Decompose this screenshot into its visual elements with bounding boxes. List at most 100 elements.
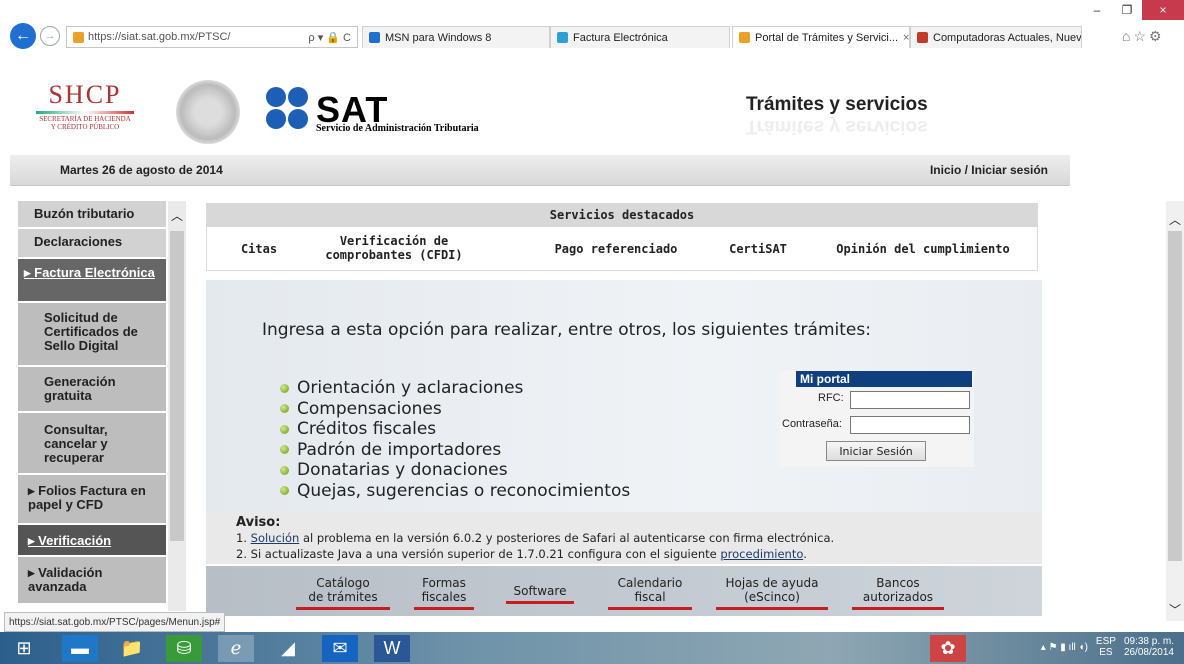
window-controls: – ❐ × [1082, 0, 1184, 22]
tab-label: Factura Electrónica [573, 31, 668, 44]
tab-portal[interactable]: Portal de Trámites y Servici... × [732, 26, 910, 48]
servicio-opinion[interactable]: Opinión del cumplimiento [816, 242, 1030, 256]
shcp-sub1: SECRETARÍA DE HACIENDA [39, 115, 131, 123]
link-software[interactable]: Software [506, 584, 574, 604]
servicio-citas[interactable]: Citas [226, 242, 292, 256]
password-input[interactable] [850, 416, 970, 434]
clock[interactable]: 09:38 p. m. 26/08/2014 [1124, 636, 1174, 658]
servicio-verificacion[interactable]: Verificación de comprobantes (CFDI) [318, 234, 470, 262]
list-text: Créditos fiscales [297, 419, 437, 439]
servicios-title: Servicios destacados [206, 203, 1038, 227]
scroll-down-icon[interactable]: ﹀ [1169, 601, 1181, 618]
link-line: Bancos [876, 576, 920, 590]
dd-favicon-icon [917, 32, 928, 43]
list-item: Donatarias y donaciones [280, 460, 630, 481]
mail-icon[interactable]: ✉ [322, 635, 358, 662]
tab-factura[interactable]: Factura Electrónica [550, 26, 730, 48]
language-indicator[interactable]: ESP ES [1096, 636, 1116, 658]
menu-scrollbar[interactable]: ︿ [168, 201, 186, 611]
scroll-up-icon[interactable]: ︿ [171, 207, 183, 224]
close-button[interactable]: × [1142, 0, 1184, 20]
list-item: Créditos fiscales [280, 419, 630, 440]
bullet-icon [280, 424, 289, 434]
tray-icons[interactable]: ▴ ⚑ ▮ ıll ◖) [1041, 642, 1088, 653]
menu-item-generacion[interactable]: Generación gratuita [18, 367, 166, 411]
start-icon[interactable]: ⊞ [6, 635, 42, 662]
link-line: Catálogo [316, 576, 370, 590]
menu-label: Factura Electrónica [34, 265, 155, 280]
clock-time: 09:38 p. m. [1123, 636, 1174, 647]
toolbar-icons[interactable]: ⌂☆⚙ [1122, 28, 1165, 45]
menu-label: Validación avanzada [28, 565, 103, 594]
address-controls-icon[interactable]: ρ ▾ 🔒 C [308, 31, 357, 44]
list-item: Compensaciones [280, 399, 630, 420]
bullet-icon [280, 465, 289, 475]
menu-item-validacion[interactable]: ▸ Validación avanzada [18, 557, 166, 603]
menu-item-verificacion[interactable]: ▸ Verificación [18, 525, 166, 555]
list-item: Padrón de importadores [280, 440, 630, 461]
app-tray-icon[interactable]: ✿ [930, 635, 966, 662]
servicio-pago[interactable]: Pago referenciado [536, 242, 696, 256]
tab-close-icon[interactable]: × [903, 32, 909, 44]
tab-computadoras[interactable]: Computadoras Actuales, Nuev... [910, 26, 1082, 48]
menu-item-buzon[interactable]: Buzón tributario [18, 201, 166, 227]
link-line: Calendario [617, 576, 683, 590]
lenovo-app-icon[interactable]: ▬ [62, 635, 98, 662]
aviso-text: Si actualizaste Java a una versión super… [250, 547, 721, 561]
menu-item-consultar[interactable]: Consultar, cancelar y recuperar [18, 413, 166, 473]
link-hojas-ayuda[interactable]: Hojas de ayuda (eScinco) [716, 576, 828, 610]
tab-msn[interactable]: MSN para Windows 8 [362, 26, 550, 48]
list-text: Orientación y aclaraciones [297, 378, 524, 398]
sat-logo[interactable]: SAT Servicio de Administración Tributari… [266, 85, 526, 135]
menu-item-declaraciones[interactable]: Declaraciones [18, 229, 166, 257]
menu-scroll-thumb[interactable] [170, 231, 184, 541]
menu-label: Declaraciones [34, 234, 123, 249]
page-scroll-thumb[interactable] [1168, 231, 1182, 561]
link-calendario[interactable]: Calendario fiscal [608, 576, 692, 610]
link-line: fiscal [634, 590, 666, 604]
link-bancos[interactable]: Bancos autorizados [852, 576, 944, 610]
bullet-icon [280, 383, 289, 393]
lang1: ESP [1095, 636, 1116, 647]
back-button[interactable]: ← [10, 23, 36, 49]
solucion-link[interactable]: Solución [251, 531, 300, 545]
aviso-line-2: 2. Si actualizaste Java a una versión su… [236, 547, 807, 561]
login-link[interactable]: Inicio / Iniciar sesión [930, 163, 1048, 177]
rfc-label: RFC: [818, 392, 844, 404]
menu-label: Verificación [38, 533, 112, 548]
link-line: Software [513, 584, 567, 598]
link-formas[interactable]: Formas fiscales [414, 576, 474, 610]
link-line: Hojas de ayuda [725, 576, 819, 590]
link-catalogo[interactable]: Catálogo de trámites [296, 576, 390, 610]
current-date: Martes 26 de agosto de 2014 [60, 163, 223, 177]
file-explorer-icon[interactable]: 📁 [114, 635, 150, 662]
procedimiento-link[interactable]: procedimiento [720, 547, 803, 561]
menu-item-folios[interactable]: ▸ Folios Factura en papel y CFD [18, 475, 166, 523]
word-icon[interactable]: W [374, 635, 410, 662]
list-text: Quejas, sugerencias o reconocimientos [297, 480, 631, 501]
tab-label: MSN para Windows 8 [385, 31, 492, 44]
list-text: Donatarias y donaciones [297, 460, 508, 480]
page-scrollbar[interactable]: ︿ ﹀ [1166, 201, 1184, 621]
store-icon[interactable]: ⛁ [166, 635, 202, 662]
forward-button[interactable]: → [40, 26, 60, 46]
restore-button[interactable]: ❐ [1112, 0, 1142, 20]
shcp-logo[interactable]: SHCP SECRETARÍA DE HACIENDA Y CRÉDITO PÚ… [14, 80, 156, 138]
minimize-button[interactable]: – [1082, 0, 1112, 20]
menu-label: Buzón tributario [34, 206, 135, 221]
address-bar[interactable]: https://siat.sat.gob.mx/PTSC/ ρ ▾ 🔒 C [66, 26, 358, 48]
link-line: Formas [422, 576, 466, 590]
list-item: Orientación y aclaraciones [280, 378, 630, 399]
url-text: https://siat.sat.gob.mx/PTSC/ [88, 31, 231, 43]
servicio-certisat[interactable]: CertiSAT [716, 242, 800, 256]
app-icon[interactable]: ◢ [270, 635, 306, 662]
sat-subtitle: Servicio de Administración Tributaria [316, 123, 479, 134]
menu-item-factura[interactable]: ▸ Factura Electrónica [18, 259, 166, 301]
mi-portal-title: Mi portal [796, 371, 972, 387]
menu-item-solicitud[interactable]: Solicitud de Certificados de Sello Digit… [18, 303, 166, 365]
scroll-up-icon[interactable]: ︿ [1169, 211, 1181, 228]
internet-explorer-icon[interactable]: ℯ [218, 635, 254, 662]
login-button[interactable]: Iniciar Sesión [826, 441, 926, 461]
side-menu: Buzón tributario Declaraciones ▸ Factura… [18, 201, 166, 611]
rfc-input[interactable] [850, 391, 970, 409]
